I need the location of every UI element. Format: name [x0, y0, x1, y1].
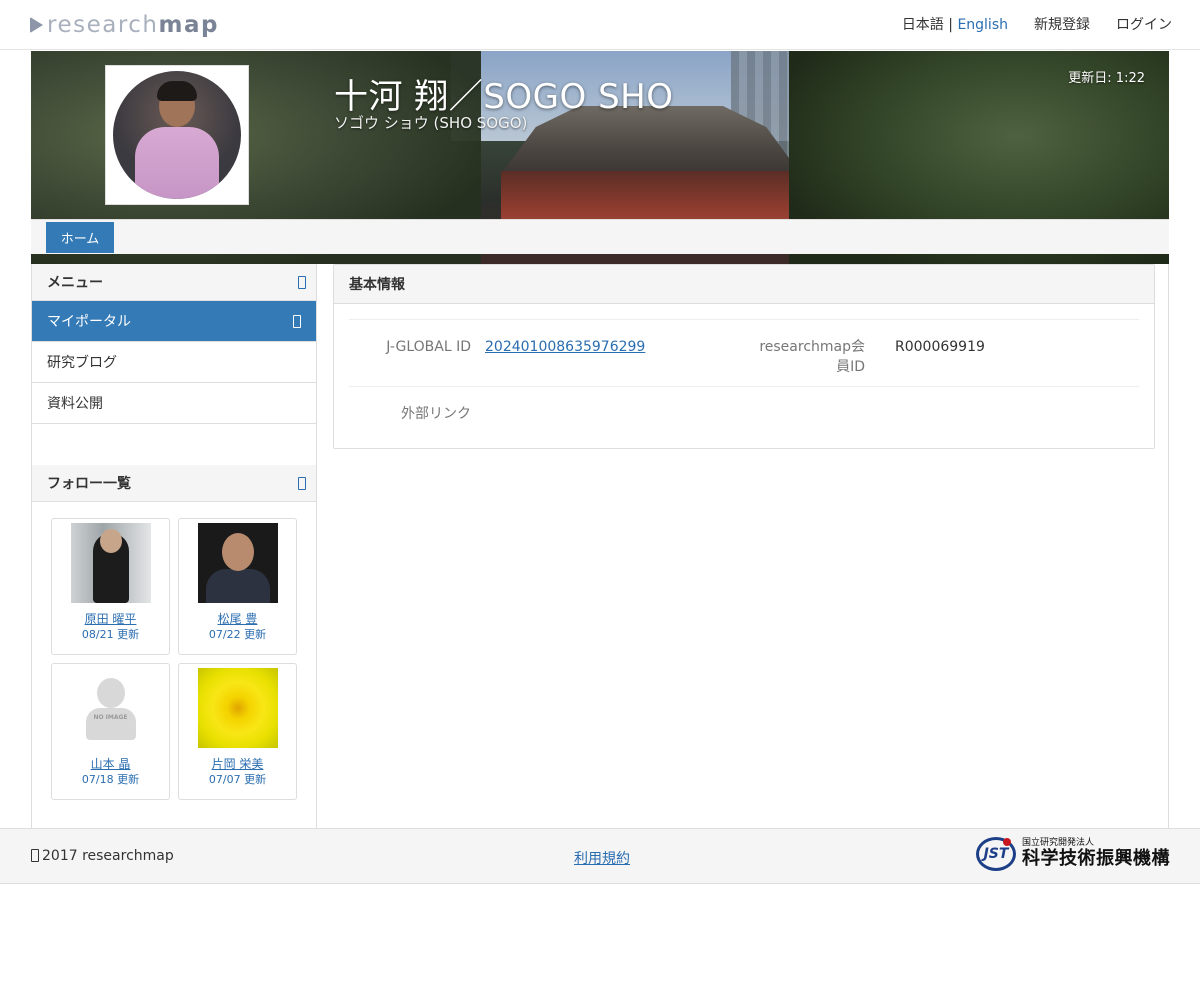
profile-name-kana: ソゴウ ショウ (SHO SOGO) — [334, 114, 528, 132]
main-frame: メニュー マイポータル 研究ブログ 資料公開 フォロー一覧 原田 曜平 08/2… — [31, 264, 1169, 828]
follow-card[interactable]: NO IMAGE 山本 晶 07/18 更新 — [51, 663, 170, 800]
sidebar-item-documents[interactable]: 資料公開 — [32, 383, 316, 424]
language-switcher: 日本語 | English — [902, 14, 1008, 34]
follow-card[interactable]: 原田 曜平 08/21 更新 — [51, 518, 170, 655]
avatar-head — [99, 529, 122, 553]
menu-heading[interactable]: メニュー — [32, 264, 316, 301]
jst-subtitle: 国立研究開発法人 — [1022, 838, 1095, 848]
collapse-icon[interactable] — [298, 476, 306, 490]
sidebar-item-my-portal[interactable]: マイポータル — [32, 301, 316, 342]
follow-name-link[interactable]: 山本 晶 — [91, 757, 131, 771]
lang-ja-link[interactable]: 日本語 — [902, 17, 944, 33]
profile-name: 十河 翔／SOGO SHO — [334, 77, 674, 117]
info-row-external: 外部リンク — [349, 386, 1139, 440]
no-image-avatar[interactable]: NO IMAGE — [70, 668, 151, 748]
follow-avatar[interactable] — [70, 523, 151, 603]
copyright: 2017 researchmap — [31, 848, 174, 864]
page-icon — [293, 314, 301, 328]
copyright-icon — [31, 849, 39, 862]
jglobal-id-label: J-GLOBAL ID — [386, 339, 471, 355]
copyright-text: 2017 researchmap — [42, 848, 174, 864]
member-id-label: researchmap会 員ID — [749, 337, 865, 377]
avatar-head — [221, 533, 254, 571]
sidebar-item-label: 資料公開 — [47, 396, 103, 412]
external-link-label: 外部リンク — [401, 406, 471, 422]
profile-tabbar: ホーム — [31, 219, 1169, 254]
login-link[interactable]: ログイン — [1116, 14, 1172, 34]
follow-heading-label: フォロー一覧 — [47, 476, 131, 492]
follow-name-link[interactable]: 片岡 栄美 — [212, 757, 264, 771]
avatar-head — [96, 678, 125, 708]
follow-avatar[interactable] — [197, 523, 278, 603]
member-id-label-line2: 員ID — [836, 359, 865, 375]
follow-name-link[interactable]: 松尾 豊 — [218, 612, 258, 626]
avatar-body — [205, 569, 270, 603]
jst-logo[interactable]: JST 国立研究開発法人 科学技術振興機構 — [976, 837, 1170, 871]
avatar-shirt — [135, 127, 219, 199]
sidebar-item-label: マイポータル — [47, 314, 131, 330]
lang-separator: | — [948, 17, 953, 33]
no-image-text: NO IMAGE — [93, 714, 128, 721]
follow-updated-date: 07/07 更新 — [208, 773, 267, 786]
sidebar-item-research-blog[interactable]: 研究ブログ — [32, 342, 316, 383]
basic-info-heading: 基本情報 — [334, 265, 1154, 304]
lang-en-link[interactable]: English — [957, 17, 1008, 33]
follow-name-link[interactable]: 原田 曜平 — [85, 612, 137, 626]
info-row-ids: J-GLOBAL ID 202401008635976299 researchm… — [349, 319, 1139, 386]
sidebar-item-label: 研究ブログ — [47, 355, 117, 371]
follow-avatar[interactable] — [197, 668, 278, 748]
member-id-label-line1: researchmap会 — [759, 339, 865, 355]
collapse-icon[interactable] — [298, 275, 306, 289]
researchmap-logo[interactable]: researchmap — [30, 10, 219, 40]
profile-avatar — [113, 71, 241, 199]
follow-updated-date: 07/18 更新 — [81, 773, 140, 786]
menu-heading-label: メニュー — [47, 275, 103, 291]
tab-home[interactable]: ホーム — [46, 222, 114, 253]
top-navbar: researchmap 日本語 | English 新規登録 ログイン — [0, 0, 1200, 50]
logo-text: researchmap — [47, 12, 219, 38]
avatar-body — [85, 708, 136, 740]
follow-card[interactable]: 片岡 栄美 07/07 更新 — [178, 663, 297, 800]
terms-link[interactable]: 利用規約 — [574, 848, 630, 868]
logo-triangle-icon — [30, 17, 43, 33]
follow-heading[interactable]: フォロー一覧 — [32, 465, 316, 502]
footer: 2017 researchmap 利用規約 JST 国立研究開発法人 科学技術振… — [0, 828, 1200, 884]
jst-mark-icon: JST — [976, 837, 1016, 871]
follow-updated-date: 07/22 更新 — [208, 628, 267, 641]
follow-list: 原田 曜平 08/21 更新 松尾 豊 07/22 更新 NO IMAGE 山本… — [32, 502, 316, 800]
basic-info-body: J-GLOBAL ID 202401008635976299 researchm… — [334, 304, 1154, 440]
top-nav: 日本語 | English 新規登録 ログイン — [902, 14, 1172, 34]
profile-avatar-frame — [105, 65, 249, 205]
jst-text: 国立研究開発法人 科学技術振興機構 — [1022, 838, 1170, 870]
follow-updated-date: 08/21 更新 — [81, 628, 140, 641]
member-id-value: R000069919 — [895, 339, 985, 355]
updated-date: 更新日: 1:22 — [1068, 71, 1145, 86]
basic-info-panel: 基本情報 J-GLOBAL ID 202401008635976299 rese… — [333, 264, 1155, 449]
sidebar: メニュー マイポータル 研究ブログ 資料公開 フォロー一覧 原田 曜平 08/2… — [32, 264, 317, 828]
follow-card[interactable]: 松尾 豊 07/22 更新 — [178, 518, 297, 655]
register-link[interactable]: 新規登録 — [1034, 14, 1090, 34]
profile-banner: 十河 翔／SOGO SHO ソゴウ ショウ (SHO SOGO) 更新日: 1:… — [31, 51, 1169, 264]
main-content: 基本情報 J-GLOBAL ID 202401008635976299 rese… — [333, 264, 1155, 449]
avatar-hair — [157, 81, 197, 101]
jst-title: 科学技術振興機構 — [1022, 848, 1170, 869]
jglobal-id-link[interactable]: 202401008635976299 — [485, 337, 645, 357]
